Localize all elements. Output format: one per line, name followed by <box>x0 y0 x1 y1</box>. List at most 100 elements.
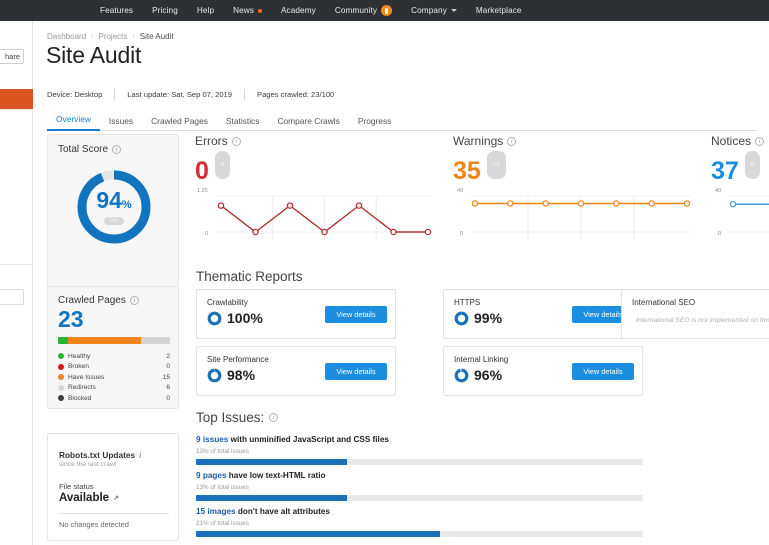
new-dot-icon <box>258 9 262 13</box>
errors-y-bottom-tick: 0 <box>205 231 208 237</box>
thematic-card-percent: 100% <box>227 310 263 326</box>
total-score-value: 94% <box>96 190 131 215</box>
breadcrumb-dashboard[interactable]: Dashboard <box>47 32 86 41</box>
nav-item-pricing[interactable]: Pricing <box>152 6 178 15</box>
warnings-y-bottom-tick: 0 <box>460 231 463 237</box>
robots-title-label: Robots.txt Updates <box>59 450 135 460</box>
issue-count: 15 images <box>196 507 236 516</box>
score-number: 94 <box>96 187 122 213</box>
issue-progress-bar-2 <box>196 495 643 501</box>
breadcrumb-projects[interactable]: Projects <box>98 32 127 41</box>
meta-device: Device: Desktop <box>47 90 102 99</box>
legend-swatch-icon <box>58 395 64 401</box>
top-issues-heading: Top Issues: i <box>196 410 278 425</box>
external-link-icon[interactable]: ↗ <box>113 494 119 502</box>
issue-item-title-3[interactable]: 15 images don't have alt attributes <box>196 507 330 516</box>
kpi-errors-delta-badge: 0 <box>215 151 230 179</box>
warnings-y-top-tick: 40 <box>457 188 463 194</box>
issue-item-title-1[interactable]: 9 issues with unminified JavaScript and … <box>196 435 389 444</box>
kpi-errors-chart: 1.25 0 <box>195 190 435 242</box>
legend-label: Broken <box>68 363 166 370</box>
gutter-divider-1 <box>0 109 33 110</box>
thematic-card-international-seo[interactable]: International SEO International SEO is n… <box>621 289 769 339</box>
total-score-title: Total Score i <box>58 144 121 155</box>
view-details-button[interactable]: View details <box>572 363 634 380</box>
thematic-card-name: International SEO <box>632 298 695 307</box>
nav-item-features[interactable]: Features <box>100 6 133 15</box>
view-details-button[interactable]: View details <box>325 306 387 323</box>
legend-swatch-icon <box>58 374 64 380</box>
thematic-card-site-performance[interactable]: Site Performance 98% View details <box>196 346 396 396</box>
breadcrumb-separator-icon: › <box>91 33 93 40</box>
errors-y-top-tick: 1.25 <box>197 188 208 194</box>
robots-file-status-label: File status <box>59 482 94 491</box>
share-button[interactable]: hare <box>0 49 24 64</box>
thematic-card-percent: 96% <box>474 367 502 383</box>
robots-status-text: Available <box>59 492 109 504</box>
notices-line-chart-svg <box>729 190 769 242</box>
tab-statistics[interactable]: Statistics <box>217 116 269 131</box>
info-icon[interactable]: i <box>112 145 121 154</box>
nav-label: Company <box>411 6 447 15</box>
orange-highlight-bar <box>0 89 33 109</box>
nav-item-academy[interactable]: Academy <box>281 6 316 15</box>
kpi-errors-title: Errors i <box>195 134 435 148</box>
crawled-pages-title: Crawled Pages i <box>58 295 139 306</box>
robots-title: Robots.txt Updates i <box>59 450 141 460</box>
kpi-notices-chart: 40 0 <box>711 190 769 242</box>
crawled-pages-legend: Healthy2Broken0Have Issues15Redirects6Bl… <box>58 351 170 404</box>
tab-overview[interactable]: Overview <box>47 114 100 131</box>
nav-label: Pricing <box>152 6 178 15</box>
legend-value: 0 <box>166 395 170 402</box>
breadcrumb-separator-icon: › <box>132 33 134 40</box>
legend-value: 0 <box>166 363 170 370</box>
kpi-errors-value-row: 0 0 <box>195 151 435 184</box>
crawled-pages-legend-row: Have Issues15 <box>58 372 170 383</box>
legend-label: Have Issues <box>68 374 163 381</box>
issue-item-title-2[interactable]: 9 pages have low text-HTML ratio <box>196 471 326 480</box>
info-icon[interactable]: i <box>130 296 139 305</box>
gutter-input-box[interactable] <box>0 289 24 305</box>
info-icon[interactable]: i <box>507 137 516 146</box>
crawled-pages-label: Crawled Pages <box>58 295 126 306</box>
kpi-warnings-value-row: 35 +2 <box>453 151 698 184</box>
robots-note: No changes detected <box>59 520 129 529</box>
thematic-card-https[interactable]: HTTPS 99% View details <box>443 289 643 339</box>
nav-item-news[interactable]: News <box>233 6 262 15</box>
nav-item-company[interactable]: Company <box>411 6 457 15</box>
info-icon[interactable]: i <box>232 137 241 146</box>
kpi-errors-label: Errors <box>195 134 228 148</box>
breadcrumb: Dashboard › Projects › Site Audit <box>47 32 174 41</box>
tab-compare-crawls[interactable]: Compare Crawls <box>268 116 348 131</box>
robots-subtitle: since the last crawl <box>59 461 116 468</box>
crawled-pages-stacked-bar <box>58 337 170 344</box>
notices-y-bottom-tick: 0 <box>718 231 721 237</box>
chevron-down-icon <box>451 9 457 12</box>
thematic-card-name: Crawlability <box>207 298 248 307</box>
crawled-pages-value: 23 <box>58 306 84 332</box>
issue-item-sub-1: 13% of total issues <box>196 448 249 455</box>
info-icon[interactable]: i <box>755 137 764 146</box>
nav-label: Community <box>335 6 377 15</box>
legend-value: 15 <box>163 374 170 381</box>
legend-label: Healthy <box>68 353 166 360</box>
crawled-pages-bar-segment <box>68 337 141 344</box>
view-details-button[interactable]: View details <box>325 363 387 380</box>
gutter-divider-2 <box>0 264 33 265</box>
nav-item-community[interactable]: Community <box>335 5 392 16</box>
thematic-card-internal-linking[interactable]: Internal Linking 96% View details <box>443 346 643 396</box>
thematic-card-name: Internal Linking <box>454 355 508 364</box>
top-navigation-bar: Features Pricing Help News Academy Commu… <box>0 0 769 21</box>
info-icon[interactable]: i <box>269 413 278 422</box>
kpi-errors: Errors i 0 0 1.25 0 <box>195 134 435 249</box>
info-icon[interactable]: i <box>139 451 141 460</box>
notices-y-top-tick: 40 <box>715 188 721 194</box>
thematic-card-name: HTTPS <box>454 298 480 307</box>
kpi-notices-label: Notices <box>711 134 751 148</box>
thematic-card-crawlability[interactable]: Crawlability 100% View details <box>196 289 396 339</box>
nav-item-help[interactable]: Help <box>197 6 214 15</box>
tab-issues[interactable]: Issues <box>100 116 142 131</box>
nav-item-marketplace[interactable]: Marketplace <box>476 6 522 15</box>
tab-crawled-pages[interactable]: Crawled Pages <box>142 116 217 131</box>
tab-progress[interactable]: Progress <box>349 116 401 131</box>
